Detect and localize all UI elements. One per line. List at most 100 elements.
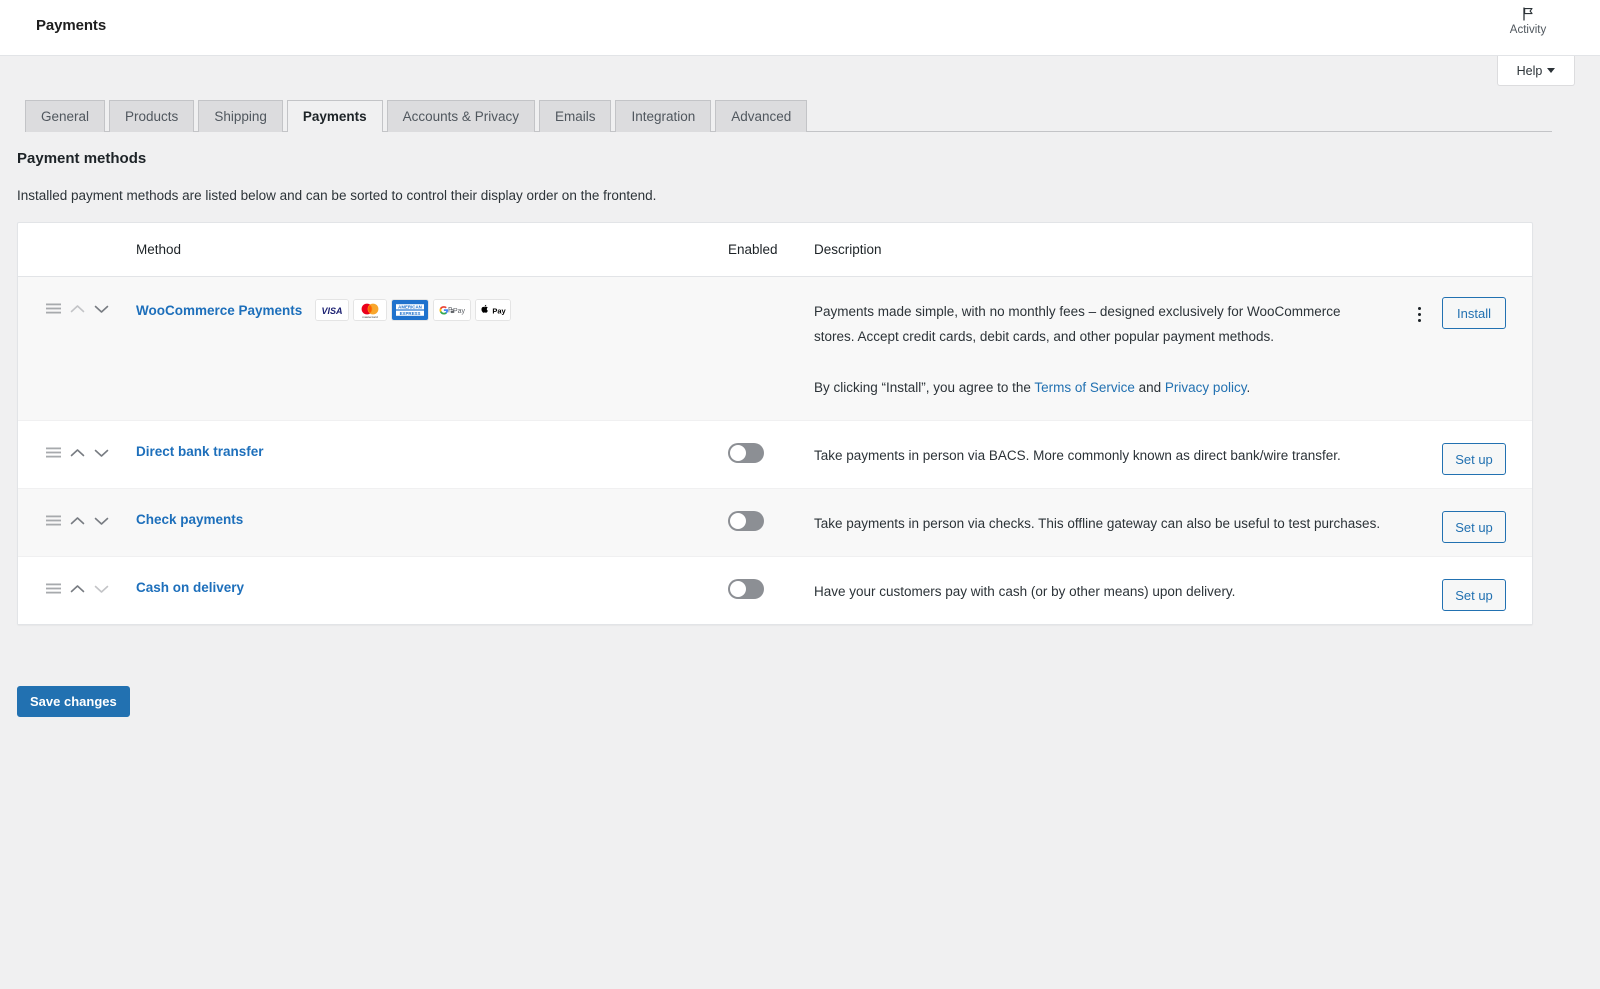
enable-toggle-check-payments[interactable] <box>728 511 764 531</box>
row-action-cell: Set up <box>1402 489 1532 543</box>
chevron-up-icon[interactable] <box>70 304 85 314</box>
row-sort-controls <box>18 421 136 458</box>
section-heading: Payment methods <box>17 150 146 167</box>
kebab-dot <box>1418 307 1421 310</box>
tab-shipping[interactable]: Shipping <box>198 100 283 132</box>
legal-prefix: By clicking “Install”, you agree to the <box>814 380 1034 395</box>
section-subheading: Installed payment methods are listed bel… <box>17 188 656 203</box>
row-sort-controls <box>18 277 136 314</box>
activity-button[interactable]: Activity <box>1496 6 1560 37</box>
chevron-down-icon[interactable] <box>94 584 109 594</box>
table-row: Cash on delivery Have your customers pay… <box>18 557 1532 624</box>
table-row: Direct bank transfer Take payments in pe… <box>18 421 1532 489</box>
kebab-dot <box>1418 313 1421 316</box>
method-link-cash-on-delivery[interactable]: Cash on delivery <box>136 580 244 595</box>
method-description: Take payments in person via BACS. More c… <box>814 443 1382 468</box>
payment-methods-table: Method Enabled Description WooCommerce P… <box>17 222 1533 625</box>
svg-text:AMERICAN: AMERICAN <box>398 304 422 309</box>
chevron-up-icon[interactable] <box>70 448 85 458</box>
drag-handle-icon[interactable] <box>46 303 61 314</box>
top-header-bar: Payments Activity <box>0 0 1600 56</box>
tab-products[interactable]: Products <box>109 100 194 132</box>
legal-suffix: . <box>1246 380 1250 395</box>
help-label: Help <box>1517 64 1543 78</box>
tab-general[interactable]: General <box>25 100 105 132</box>
visa-logo: VISA <box>316 300 348 320</box>
chevron-up-icon[interactable] <box>70 516 85 526</box>
row-method-cell: WooCommerce Payments VISA <box>136 277 728 320</box>
row-method-cell: Cash on delivery <box>136 557 728 595</box>
setup-button-direct-bank-transfer[interactable]: Set up <box>1442 443 1506 475</box>
row-enabled-cell <box>728 277 814 299</box>
row-sort-controls <box>18 557 136 594</box>
install-button[interactable]: Install <box>1442 297 1506 329</box>
row-enabled-cell <box>728 557 814 599</box>
drag-handle-icon[interactable] <box>46 583 61 594</box>
settings-tab-bar: General Products Shipping Payments Accou… <box>25 100 1552 132</box>
column-header-enabled: Enabled <box>728 242 814 257</box>
table-row: WooCommerce Payments VISA <box>18 277 1532 421</box>
toggle-knob <box>730 445 746 461</box>
kebab-dot <box>1418 319 1421 322</box>
drag-handle-icon[interactable] <box>46 447 61 458</box>
setup-button-cash-on-delivery[interactable]: Set up <box>1442 579 1506 611</box>
save-changes-button[interactable]: Save changes <box>17 686 130 717</box>
drag-handle-icon[interactable] <box>46 515 61 526</box>
column-header-description: Description <box>814 242 1402 257</box>
row-description-cell: Take payments in person via checks. This… <box>814 489 1402 556</box>
row-description-cell: Payments made simple, with no monthly fe… <box>814 277 1402 420</box>
google-pay-logo: Pay <box>434 300 470 320</box>
flag-icon <box>1520 6 1536 22</box>
privacy-policy-link[interactable]: Privacy policy <box>1165 380 1247 395</box>
row-method-cell: Direct bank transfer <box>136 421 728 459</box>
chevron-down-icon[interactable] <box>94 448 109 458</box>
row-action-cell: Set up <box>1402 421 1532 475</box>
svg-text:EXPRESS: EXPRESS <box>400 311 421 316</box>
toggle-knob <box>730 581 746 597</box>
legal-middle: and <box>1135 380 1165 395</box>
help-button[interactable]: Help <box>1497 56 1575 86</box>
row-action-cell: Set up <box>1402 557 1532 611</box>
row-description-cell: Take payments in person via BACS. More c… <box>814 421 1402 488</box>
setup-button-check-payments[interactable]: Set up <box>1442 511 1506 543</box>
row-enabled-cell <box>728 489 814 531</box>
method-link-direct-bank-transfer[interactable]: Direct bank transfer <box>136 444 264 459</box>
table-row: Check payments Take payments in person v… <box>18 489 1532 557</box>
row-method-cell: Check payments <box>136 489 728 527</box>
apple-pay-logo: Pay <box>476 300 510 320</box>
install-legal-text: By clicking “Install”, you agree to the … <box>814 375 1382 400</box>
chevron-up-icon[interactable] <box>70 584 85 594</box>
svg-text:Pay: Pay <box>493 306 507 315</box>
more-options-icon[interactable] <box>1410 301 1428 327</box>
chevron-down-icon[interactable] <box>94 516 109 526</box>
svg-text:Pay: Pay <box>453 308 466 315</box>
terms-of-service-link[interactable]: Terms of Service <box>1034 380 1135 395</box>
activity-label: Activity <box>1496 23 1560 37</box>
tab-payments[interactable]: Payments <box>287 100 383 132</box>
amex-logo: AMERICAN EXPRESS <box>392 300 428 320</box>
tab-advanced[interactable]: Advanced <box>715 100 807 132</box>
page-title: Payments <box>36 17 106 34</box>
method-description: Have your customers pay with cash (or by… <box>814 579 1382 604</box>
tab-integration[interactable]: Integration <box>615 100 711 132</box>
tab-accounts-privacy[interactable]: Accounts & Privacy <box>387 100 535 132</box>
chevron-down-icon <box>1547 68 1555 73</box>
svg-text:VISA: VISA <box>322 306 343 316</box>
enable-toggle-direct-bank-transfer[interactable] <box>728 443 764 463</box>
table-header-row: Method Enabled Description <box>18 223 1532 277</box>
row-sort-controls <box>18 489 136 526</box>
method-description: Payments made simple, with no monthly fe… <box>814 299 1382 349</box>
row-enabled-cell <box>728 421 814 463</box>
svg-text:mastercard: mastercard <box>363 315 379 319</box>
toggle-knob <box>730 513 746 529</box>
method-description: Take payments in person via checks. This… <box>814 511 1382 536</box>
tab-emails[interactable]: Emails <box>539 100 612 132</box>
mastercard-logo: mastercard <box>354 300 386 320</box>
method-link-check-payments[interactable]: Check payments <box>136 512 243 527</box>
accepted-card-logos: VISA mastercard <box>316 300 510 320</box>
chevron-down-icon[interactable] <box>94 304 109 314</box>
method-link-woocommerce-payments[interactable]: WooCommerce Payments <box>136 303 302 318</box>
row-action-cell: Install <box>1402 277 1532 329</box>
enable-toggle-cash-on-delivery[interactable] <box>728 579 764 599</box>
column-header-method: Method <box>136 242 728 257</box>
